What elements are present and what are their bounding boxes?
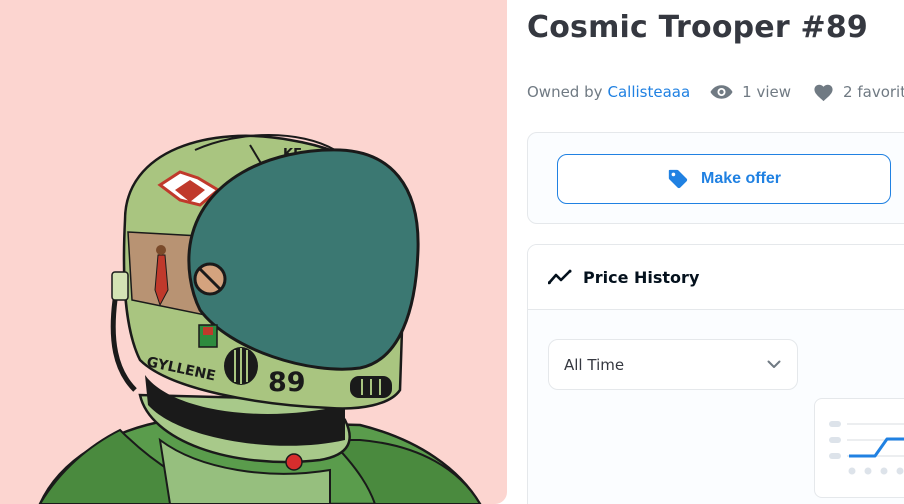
views-label: 1 view <box>742 83 792 101</box>
asset-title: Cosmic Trooper #89 <box>527 10 868 45</box>
views-count: 1 view <box>710 83 791 101</box>
chart-placeholder-icon <box>829 421 904 475</box>
favorites-label: 2 favorite <box>843 83 904 101</box>
make-offer-button[interactable]: Make offer <box>557 154 891 204</box>
owner-prefix: Owned by <box>527 83 603 101</box>
helmet-number: 89 <box>268 367 306 398</box>
offer-card: Make offer <box>527 132 904 224</box>
price-history-header[interactable]: Price History <box>528 245 904 310</box>
trooper-helmet-illustration: KE GYLLENE 89 <box>38 134 482 504</box>
owner-info: Owned by Callisteaaa <box>527 83 690 101</box>
price-history-title: Price History <box>583 267 700 287</box>
tag-icon <box>668 169 688 189</box>
make-offer-label: Make offer <box>700 170 782 187</box>
asset-meta-row: Owned by Callisteaaa 1 view 2 favorite <box>527 80 904 104</box>
nft-artwork[interactable]: KE GYLLENE 89 <box>0 0 507 504</box>
eye-icon <box>710 85 733 99</box>
empty-chart-illustration <box>814 398 904 498</box>
chevron-down-icon <box>767 360 781 368</box>
owner-link[interactable]: Callisteaaa <box>608 83 691 101</box>
trend-line-icon <box>548 269 572 285</box>
heart-icon <box>814 84 833 101</box>
period-select-value: All Time <box>564 355 625 374</box>
favorites-count[interactable]: 2 favorite <box>813 83 904 102</box>
price-history-panel: Price History All Time <box>527 244 904 504</box>
period-select[interactable]: All Time <box>548 339 798 390</box>
